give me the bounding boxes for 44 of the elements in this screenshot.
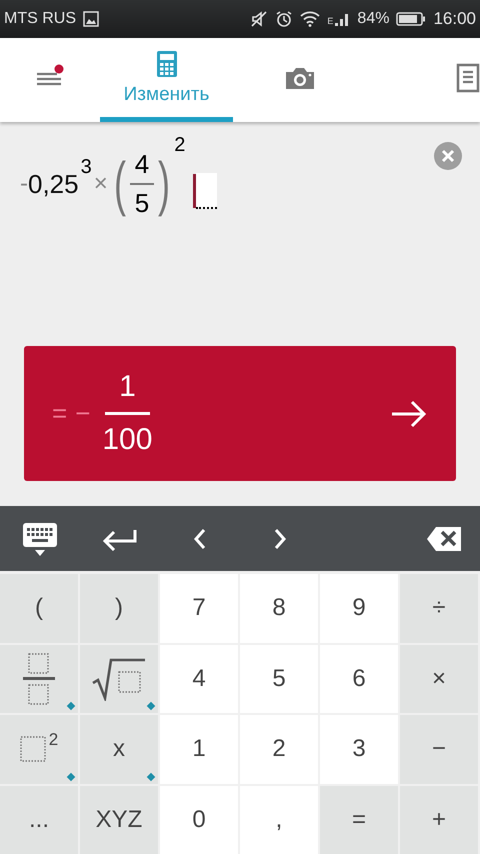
chevron-right-icon[interactable]: [272, 526, 288, 550]
keypad-key[interactable]: +: [400, 786, 478, 854]
keypad-key[interactable]: 3: [320, 715, 398, 784]
arrow-right-icon[interactable]: [390, 398, 428, 428]
keypad-key[interactable]: ...: [0, 786, 78, 854]
keypad-key[interactable]: ÷: [400, 574, 478, 642]
carrier-name: MTS RUS: [4, 10, 76, 28]
keypad-key[interactable]: (: [0, 574, 78, 642]
chevron-left-icon[interactable]: [192, 526, 208, 550]
battery-percent: 84%: [357, 10, 390, 28]
network-type: E: [327, 16, 334, 26]
placeholder-box-icon[interactable]: [20, 736, 46, 762]
mute-icon: [250, 10, 268, 28]
keypad-key[interactable]: XYZ: [80, 786, 158, 854]
calculator-icon[interactable]: [156, 50, 178, 78]
keypad-key[interactable]: 6: [320, 644, 398, 713]
battery-icon: [396, 11, 426, 27]
keypad-key[interactable]: [80, 644, 158, 713]
keypad-key[interactable]: ,: [240, 786, 318, 854]
clock: 16:00: [433, 9, 476, 29]
keypad-key[interactable]: 0: [160, 786, 238, 854]
keypad-key[interactable]: 9: [320, 574, 398, 642]
wifi-icon: [300, 11, 320, 27]
keypad-key[interactable]: [0, 644, 78, 713]
keypad-key[interactable]: 5: [240, 644, 318, 713]
keypad-key[interactable]: ×: [400, 644, 478, 713]
keypad-key[interactable]: 4: [160, 644, 238, 713]
square-root-icon[interactable]: [92, 656, 146, 701]
keypad-key[interactable]: 8: [240, 574, 318, 642]
keypad-key[interactable]: −: [400, 715, 478, 784]
keypad-key[interactable]: x: [80, 715, 158, 784]
keypad-key[interactable]: ): [80, 574, 158, 642]
clear-button[interactable]: [434, 142, 462, 170]
keypad-key[interactable]: 2: [240, 715, 318, 784]
result-button[interactable]: = − 1 100: [24, 346, 456, 481]
keypad-key[interactable]: 1: [160, 715, 238, 784]
signal-icon: [334, 11, 350, 27]
alarm-icon: [275, 10, 294, 28]
image-icon: [83, 11, 99, 27]
keypad-key[interactable]: 2: [0, 715, 78, 784]
fraction-icon[interactable]: [22, 652, 56, 706]
keypad-key[interactable]: =: [320, 786, 398, 854]
keypad-key[interactable]: 7: [160, 574, 238, 642]
document-icon[interactable]: [456, 62, 480, 92]
